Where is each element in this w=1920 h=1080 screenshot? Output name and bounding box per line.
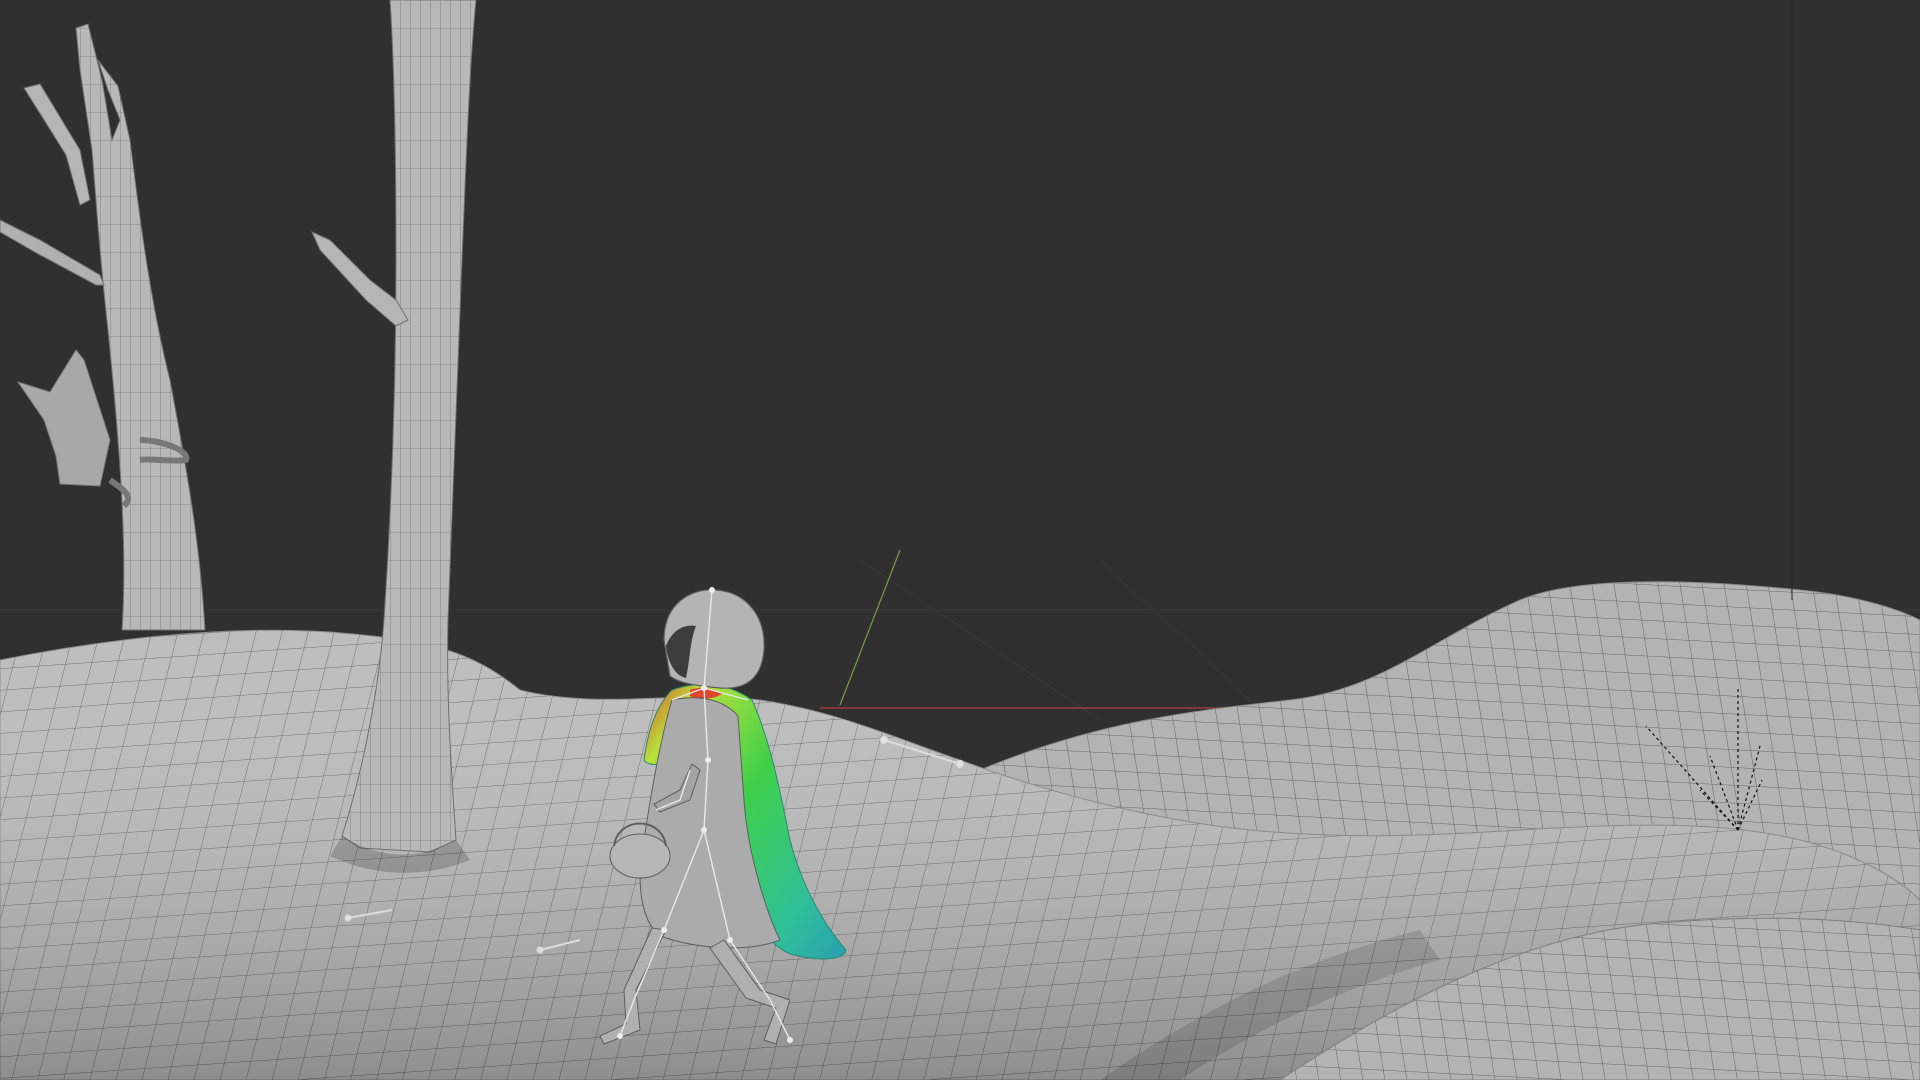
3d-viewport[interactable]: [0, 0, 1920, 1080]
basket[interactable]: [609, 833, 671, 879]
viewport-scene[interactable]: [0, 0, 1920, 1080]
